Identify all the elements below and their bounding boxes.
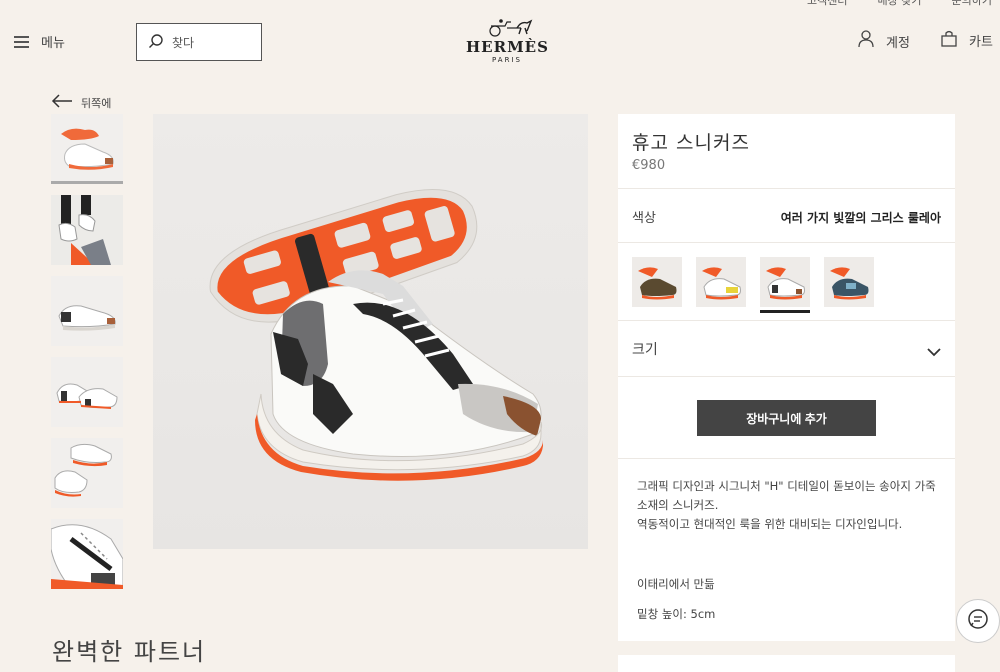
description-line-2: 역동적이고 현대적인 룩을 위한 대비되는 디자인입니다. xyxy=(637,517,903,531)
product-title: 휴고 스니커즈 xyxy=(632,132,750,154)
thumbnail-1[interactable] xyxy=(51,114,123,184)
chat-button[interactable] xyxy=(956,599,1000,643)
menu-button[interactable]: 메뉴 xyxy=(14,32,65,51)
product-price: €980 xyxy=(632,158,666,173)
back-link[interactable]: 뒤쪽에 xyxy=(51,94,111,111)
description-line-1: 그래픽 디자인과 시그니처 "H" 디테일이 돋보이는 송아지 가죽 소재의 스… xyxy=(637,479,936,512)
logo-brand: HERMÈS xyxy=(466,38,549,56)
logo-city: PARIS xyxy=(492,56,522,64)
thumbnail-2[interactable] xyxy=(51,195,123,265)
back-label: 뒤쪽에 xyxy=(81,96,112,110)
main-product-image[interactable] xyxy=(153,114,588,549)
swatch-3-selected[interactable] xyxy=(760,257,810,313)
divider xyxy=(618,458,955,459)
thumbnail-6[interactable] xyxy=(51,519,123,589)
product-description: 그래픽 디자인과 시그니처 "H" 디테일이 돋보이는 송아지 가죽 소재의 스… xyxy=(637,477,942,534)
site-header: 메뉴 찾다 HERMÈS PARIS 계정 카트 xyxy=(0,6,1000,76)
swatch-4[interactable] xyxy=(824,257,874,313)
made-in: 이태리에서 만듦 xyxy=(637,577,715,591)
thumbnail-5[interactable] xyxy=(51,438,123,508)
hermes-logo[interactable]: HERMÈS PARIS xyxy=(466,17,548,64)
chat-icon xyxy=(966,607,990,635)
divider xyxy=(618,320,955,321)
menu-label: 메뉴 xyxy=(41,36,65,51)
carriage-logo-icon xyxy=(489,19,533,37)
cart-icon xyxy=(941,30,957,51)
arrow-left-icon xyxy=(51,94,73,111)
divider xyxy=(618,376,955,377)
cart-link[interactable]: 카트 xyxy=(941,30,993,51)
search-input[interactable]: 찾다 xyxy=(136,23,262,61)
sole-height: 밑창 높이: 5cm xyxy=(637,607,716,621)
color-value: 여러 가지 빛깔의 그리스 룰레아 xyxy=(780,211,941,225)
account-link[interactable]: 계정 xyxy=(858,30,910,52)
cart-label: 카트 xyxy=(969,35,993,50)
section-title: 완벽한 파트너 xyxy=(52,638,207,666)
size-label[interactable]: 크기 xyxy=(632,339,658,359)
thumbnail-list xyxy=(51,114,123,600)
account-label: 계정 xyxy=(886,35,910,51)
hamburger-icon xyxy=(14,35,29,48)
add-to-cart-button[interactable]: 장바구니에 추가 xyxy=(697,400,876,436)
chevron-down-icon[interactable] xyxy=(927,342,941,361)
divider xyxy=(618,188,955,189)
color-label: 색상 xyxy=(632,211,656,226)
account-icon xyxy=(858,30,874,52)
thumbnail-4[interactable] xyxy=(51,357,123,427)
divider xyxy=(618,242,955,243)
product-info-panel: 휴고 스니커즈 €980 색상 여러 가지 빛깔의 그리스 룰레아 크기 장바구… xyxy=(618,114,955,641)
swatch-2[interactable] xyxy=(696,257,746,313)
secondary-panel xyxy=(618,655,955,672)
thumbnail-3[interactable] xyxy=(51,276,123,346)
color-swatches xyxy=(632,257,874,313)
swatch-1[interactable] xyxy=(632,257,682,313)
search-icon xyxy=(148,33,164,52)
search-label: 찾다 xyxy=(172,35,195,50)
